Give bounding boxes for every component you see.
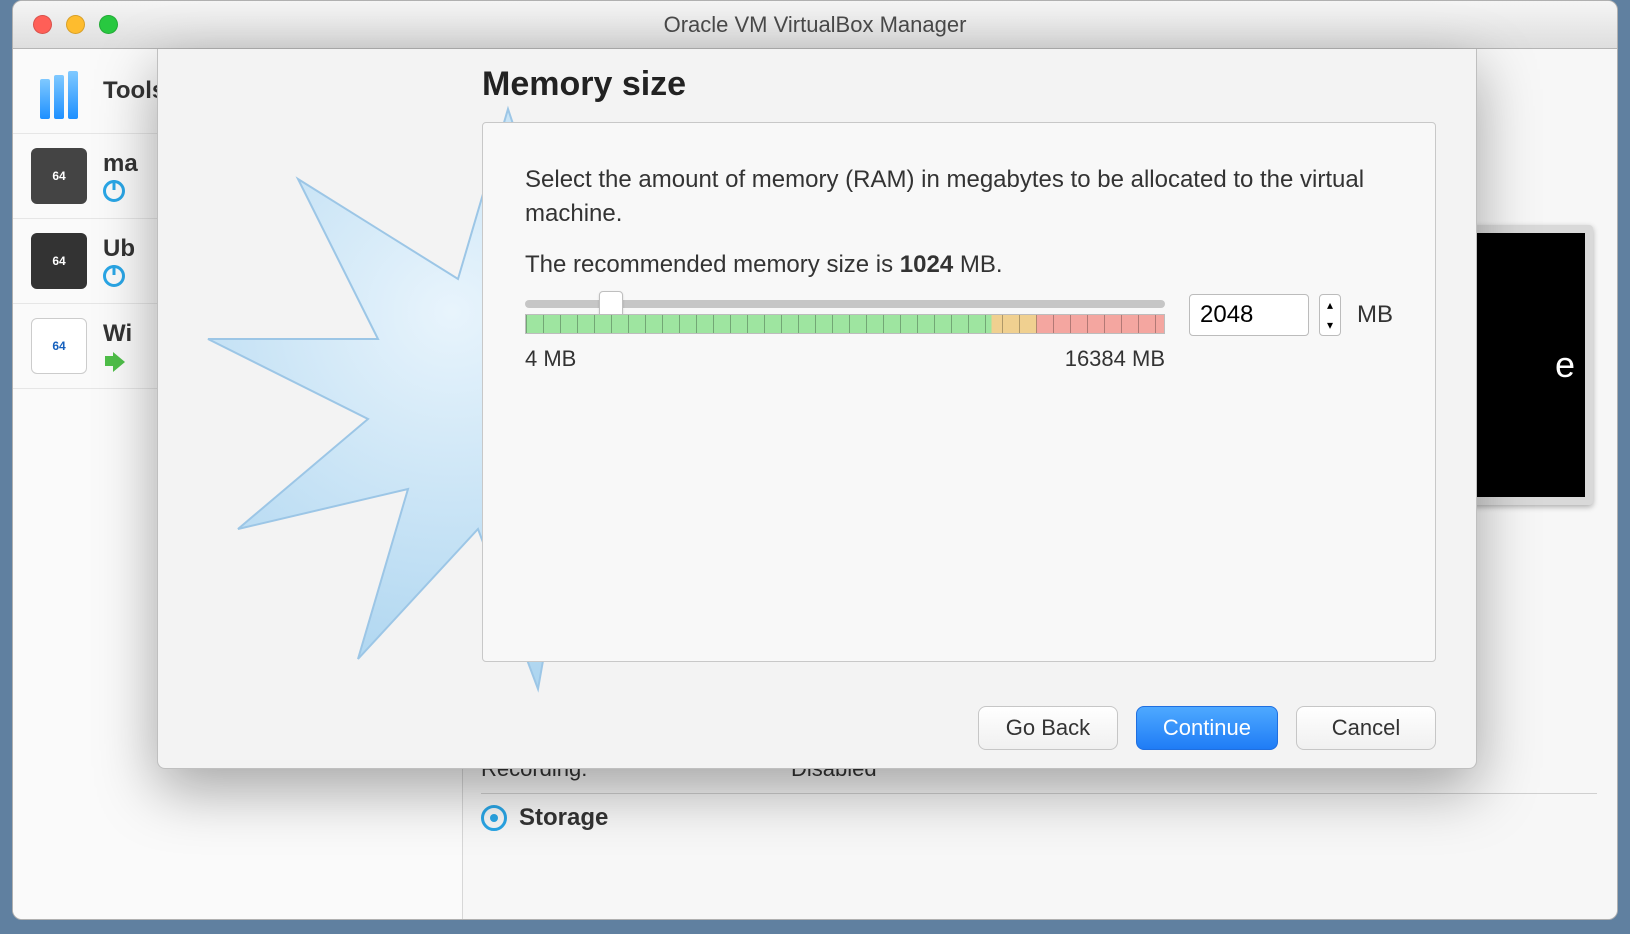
slider-labels: 4 MB 16384 MB — [525, 344, 1165, 375]
power-off-icon — [103, 180, 125, 202]
vm-os-icon: 64 — [31, 318, 87, 374]
memory-size-dialog: Memory size Select the amount of memory … — [157, 49, 1477, 769]
slider-max-label: 16384 MB — [1065, 344, 1165, 375]
preview-letter: e — [1555, 344, 1575, 386]
rec-prefix: The recommended memory size is — [525, 251, 900, 278]
go-back-button[interactable]: Go Back — [978, 706, 1118, 750]
memory-spinbox: ▴ ▾ MB — [1189, 294, 1393, 336]
storage-heading-text: Storage — [519, 804, 608, 832]
vm-name: ma — [103, 150, 138, 178]
memory-input[interactable] — [1189, 294, 1309, 336]
vm-name: Wi — [103, 320, 132, 348]
slider-min-label: 4 MB — [525, 344, 576, 375]
rec-value: 1024 — [900, 251, 953, 278]
dialog-title: Memory size — [482, 65, 1436, 104]
memory-slider[interactable]: 4 MB 16384 MB — [525, 300, 1165, 375]
dialog-panel: Select the amount of memory (RAM) in meg… — [482, 122, 1436, 662]
storage-icon — [481, 805, 507, 831]
tools-icon — [31, 63, 87, 119]
vm-os-icon: 64 — [31, 233, 87, 289]
cancel-button[interactable]: Cancel — [1296, 706, 1436, 750]
vm-os-icon: 64 — [31, 148, 87, 204]
running-arrow-icon — [103, 350, 125, 372]
slider-scale — [525, 314, 1165, 334]
memory-slider-row: 4 MB 16384 MB ▴ ▾ MB — [525, 300, 1393, 375]
dialog-recommendation: The recommended memory size is 1024 MB. — [525, 248, 1393, 282]
stepper-up-button[interactable]: ▴ — [1320, 295, 1340, 315]
power-off-icon — [103, 265, 125, 287]
stepper-down-button[interactable]: ▾ — [1320, 315, 1340, 335]
sidebar-tools-label: Tools — [103, 77, 165, 105]
window-title: Oracle VM VirtualBox Manager — [13, 12, 1617, 38]
main-window: Oracle VM VirtualBox Manager Tools 64 ma… — [12, 0, 1618, 920]
dialog-button-row: Go Back Continue Cancel — [978, 706, 1436, 750]
dialog-description: Select the amount of memory (RAM) in meg… — [525, 163, 1393, 230]
dialog-body: Memory size Select the amount of memory … — [482, 65, 1436, 662]
memory-unit-label: MB — [1357, 298, 1393, 332]
vm-name: Ub — [103, 235, 135, 263]
rec-suffix: MB. — [953, 251, 1002, 278]
memory-stepper: ▴ ▾ — [1319, 294, 1341, 336]
continue-button[interactable]: Continue — [1136, 706, 1278, 750]
slider-track[interactable] — [525, 300, 1165, 308]
window-titlebar: Oracle VM VirtualBox Manager — [13, 1, 1617, 49]
storage-section-header[interactable]: Storage — [481, 793, 1597, 832]
